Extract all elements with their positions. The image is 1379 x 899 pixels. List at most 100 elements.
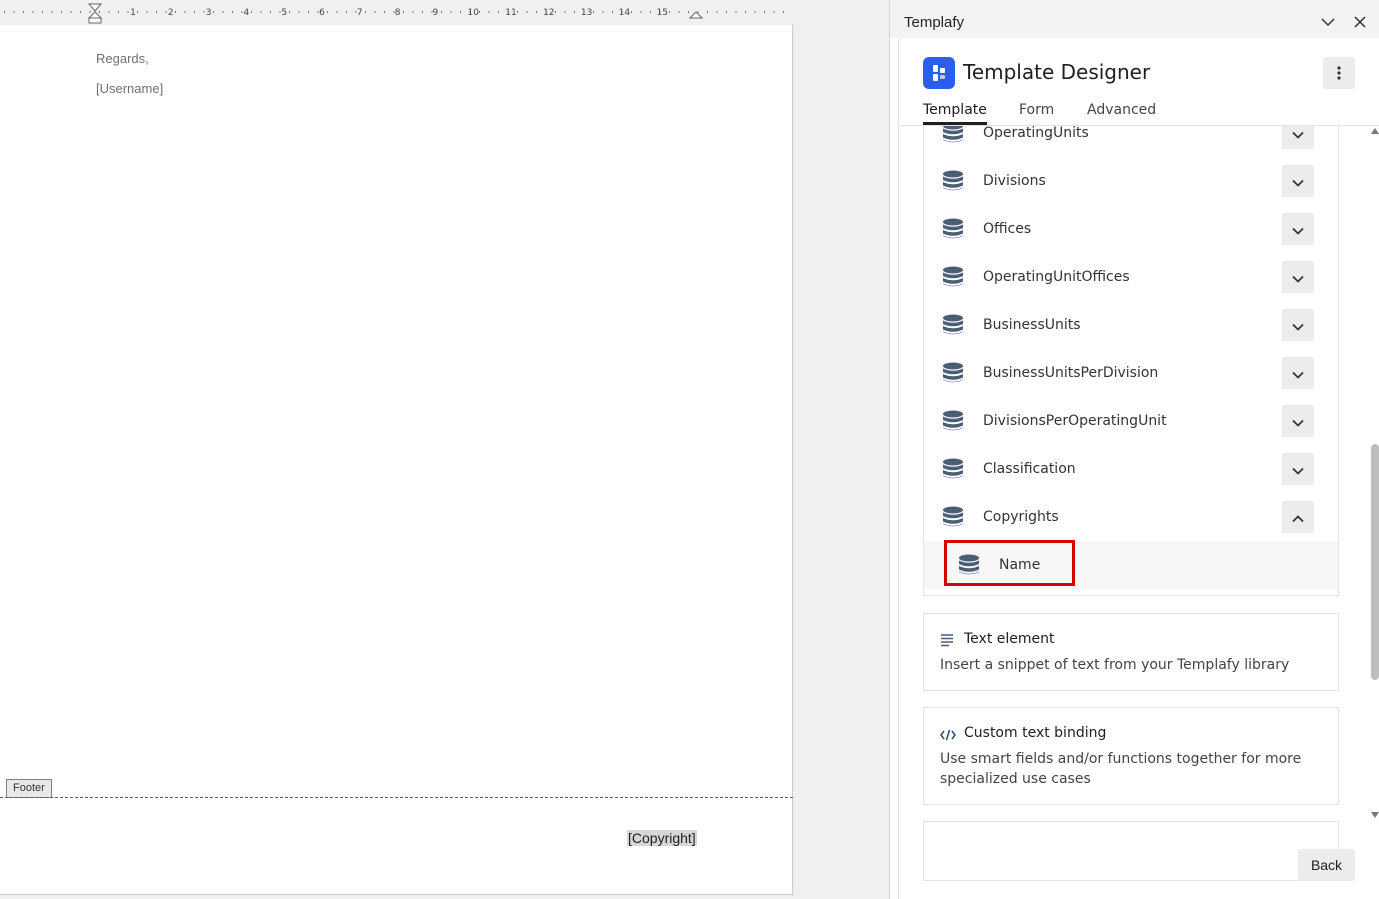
active-tab-indicator	[923, 122, 987, 125]
chevron-down-icon	[1292, 316, 1304, 335]
chevron-down-icon	[1292, 126, 1304, 143]
expand-button[interactable]	[1282, 126, 1314, 149]
database-icon	[942, 458, 964, 484]
card-description: Use smart fields and/or functions togeth…	[940, 751, 1302, 787]
ruler-number: 15	[656, 8, 667, 18]
ruler-graphic: 1 2 3 4 5 6 7 8 9 10 11 12 13 14 15	[4, 3, 784, 24]
panel-header: Templafy	[890, 0, 1379, 38]
chevron-down-icon	[1292, 412, 1304, 431]
card-title: Custom text binding	[964, 725, 1107, 741]
list-item-label: BusinessUnitsPerDivision	[983, 365, 1159, 381]
text-element-card[interactable]: Text element Insert a snippet of text fr…	[923, 613, 1339, 691]
expand-button[interactable]	[1282, 261, 1314, 293]
footer-tag: Footer	[6, 779, 52, 798]
chevron-down-icon	[1292, 460, 1304, 479]
list-item-copyrights[interactable]: Copyrights	[924, 493, 1338, 541]
chevron-down-icon	[1292, 220, 1304, 239]
ruler-number: 6	[319, 8, 325, 18]
username-placeholder[interactable]: [Username]	[96, 81, 163, 96]
chevron-down-icon	[1292, 268, 1304, 287]
list-item-operatingunits[interactable]: OperatingUnits	[924, 126, 1338, 157]
list-item-label: Divisions	[983, 173, 1046, 189]
next-card-partial[interactable]	[923, 821, 1339, 881]
expand-button[interactable]	[1282, 309, 1314, 341]
database-icon	[942, 314, 964, 340]
database-icon	[942, 362, 964, 388]
ruler-number: 9	[433, 8, 439, 18]
list-item-label: OperatingUnits	[983, 126, 1089, 141]
database-icon	[942, 266, 964, 292]
list-item-classification[interactable]: Classification	[924, 445, 1338, 493]
highlight-box	[944, 540, 1075, 586]
ruler[interactable]: 1 2 3 4 5 6 7 8 9 10 11 12 13 14 15	[0, 0, 889, 25]
templafy-logo-icon	[923, 57, 955, 89]
ruler-number: 7	[357, 8, 363, 18]
ruler-number: 11	[505, 8, 516, 18]
list-item-label: Classification	[983, 461, 1076, 477]
collapse-panel-button[interactable]	[1319, 13, 1337, 31]
regards-text[interactable]: Regards,	[96, 51, 149, 66]
expand-button[interactable]	[1282, 453, 1314, 485]
code-icon	[940, 726, 956, 745]
ruler-number: 13	[581, 8, 592, 18]
scrollbar-thumb[interactable]	[1371, 444, 1379, 680]
ruler-number: 10	[467, 8, 479, 18]
list-item-businessunitsperdivision[interactable]: BusinessUnitsPerDivision	[924, 349, 1338, 397]
ruler-number: 3	[206, 8, 212, 18]
scroll-down-icon[interactable]	[1371, 812, 1379, 818]
more-vertical-icon	[1337, 66, 1341, 80]
tab-template[interactable]: Template	[923, 102, 987, 118]
ruler-number: 12	[543, 8, 554, 18]
list-item-divisions[interactable]: Divisions	[924, 157, 1338, 205]
document-area: 1 2 3 4 5 6 7 8 9 10 11 12 13 14 15 Regards, [Username…	[0, 0, 889, 899]
more-options-button[interactable]	[1323, 57, 1355, 89]
database-icon	[942, 218, 964, 244]
lines-icon	[940, 632, 954, 651]
ruler-number: 1	[130, 8, 136, 18]
document-page[interactable]: Regards, [Username] Footer [Copyright]	[0, 25, 793, 895]
database-icon	[942, 126, 964, 148]
expand-button[interactable]	[1282, 213, 1314, 245]
scroll-up-icon[interactable]	[1371, 128, 1379, 134]
list-item-operatingunitoffices[interactable]: OperatingUnitOffices	[924, 253, 1338, 301]
page-title: Template Designer	[963, 60, 1151, 84]
template-scroll-content[interactable]: Copyrights Classification DivisionsPerOper…	[899, 126, 1369, 899]
ruler-number: 5	[281, 8, 287, 18]
list-item-businessunits[interactable]: BusinessUnits	[924, 301, 1338, 349]
panel-scrollbar[interactable]	[1369, 126, 1379, 818]
data-source-list: Copyrights Classification DivisionsPerOper…	[923, 126, 1339, 596]
tab-advanced[interactable]: Advanced	[1087, 102, 1156, 118]
copyright-field[interactable]: [Copyright]	[627, 830, 697, 846]
template-designer-header: Template Designer Template Form Advanced	[899, 38, 1379, 126]
panel-body: Template Designer Template Form Advanced…	[898, 38, 1379, 899]
chevron-down-icon	[1292, 364, 1304, 383]
database-icon	[942, 506, 964, 532]
ruler-number: 14	[619, 8, 631, 18]
expand-button[interactable]	[1282, 405, 1314, 437]
list-item-offices[interactable]: Offices	[924, 205, 1338, 253]
list-item-label: DivisionsPerOperatingUnit	[983, 413, 1167, 429]
list-item-label: OperatingUnitOffices	[983, 269, 1130, 285]
close-icon	[1354, 16, 1366, 28]
list-item-label: BusinessUnits	[983, 317, 1081, 333]
list-item-divisionsperoperatingunit[interactable]: DivisionsPerOperatingUnit	[924, 397, 1338, 445]
chevron-down-icon	[1292, 172, 1304, 191]
expand-button[interactable]	[1282, 501, 1314, 533]
expand-button[interactable]	[1282, 357, 1314, 389]
panel-app-name: Templafy	[904, 14, 965, 31]
templafy-panel: Templafy Template Designer Template Form…	[889, 0, 1379, 899]
database-icon	[942, 410, 964, 436]
database-icon	[942, 170, 964, 196]
expand-button[interactable]	[1282, 165, 1314, 197]
footer-divider	[0, 797, 793, 798]
back-button[interactable]: Back	[1298, 849, 1355, 881]
list-item-label: Offices	[983, 221, 1032, 237]
ruler-number: 8	[395, 8, 401, 18]
ruler-number: 2	[168, 8, 174, 18]
tab-form[interactable]: Form	[1019, 102, 1054, 118]
close-panel-button[interactable]	[1351, 13, 1369, 31]
card-description: Insert a snippet of text from your Templ…	[940, 657, 1290, 673]
chevron-down-icon	[1321, 17, 1335, 26]
custom-text-binding-card[interactable]: Custom text binding Use smart fields and…	[923, 707, 1339, 805]
card-title: Text element	[964, 631, 1055, 647]
